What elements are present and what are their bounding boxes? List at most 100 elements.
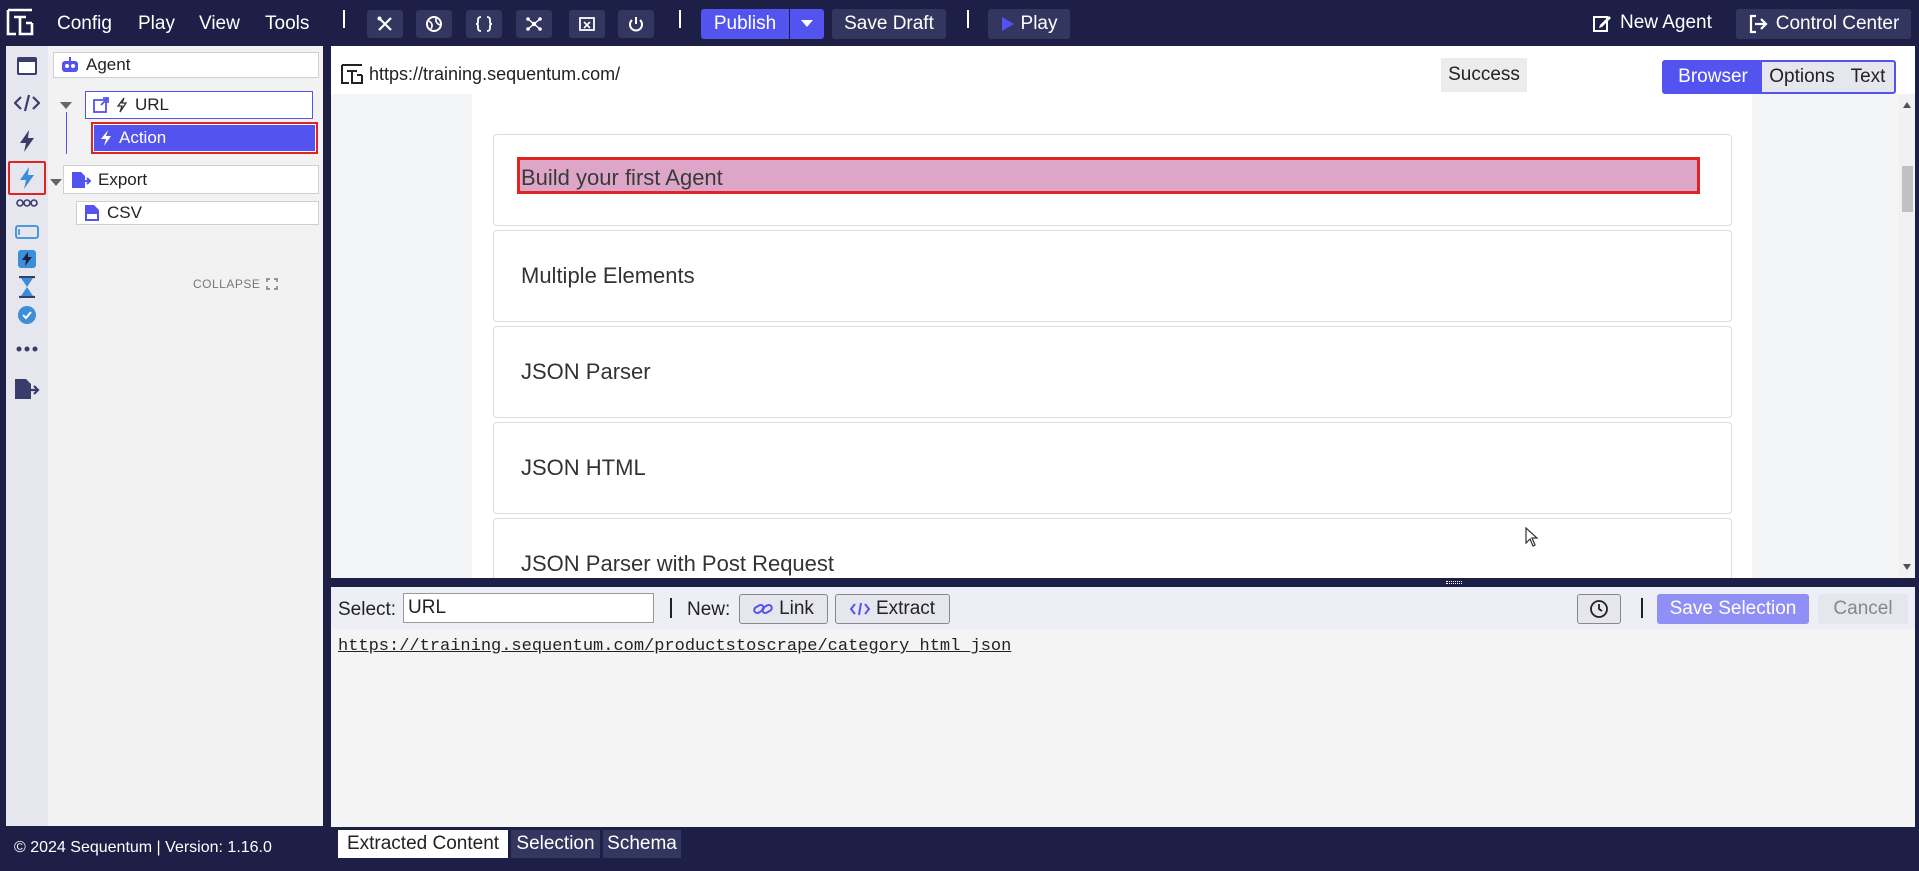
page-card[interactable]: Multiple Elements: [493, 230, 1732, 322]
publish-dropdown-button[interactable]: [790, 9, 824, 39]
code-icon: [849, 602, 870, 616]
external-link-icon: [93, 97, 109, 113]
sequentum-logo-icon: [341, 64, 363, 84]
tree-node-agent[interactable]: Agent: [53, 52, 319, 78]
check-badge-icon: [18, 306, 36, 324]
browser-pane: https://training.sequentum.com/ Success …: [331, 46, 1915, 578]
globe-button[interactable]: [416, 10, 452, 38]
page-card-title: JSON Parser: [521, 359, 651, 384]
rail-more-button[interactable]: [14, 336, 40, 362]
menu-view[interactable]: View: [199, 13, 240, 35]
window-icon: [17, 57, 37, 75]
hourglass-icon: [19, 276, 35, 298]
tree-node-url[interactable]: URL: [85, 91, 313, 119]
window-close-icon: [579, 17, 595, 31]
bolt-outline-icon: [116, 97, 128, 113]
page-card[interactable]: JSON HTML: [493, 422, 1732, 514]
braces-icon: [475, 16, 493, 32]
collapse-tree-button[interactable]: COLLAPSE: [193, 277, 279, 291]
new-agent-button[interactable]: New Agent: [1592, 12, 1712, 34]
sequentum-logo-icon[interactable]: [6, 7, 34, 37]
page-content-column: Build your first Agent Multiple Elements…: [472, 94, 1752, 578]
publish-button[interactable]: Publish: [701, 9, 789, 39]
select-label: Select:: [338, 599, 397, 620]
load-status-badge: Success: [1441, 58, 1527, 92]
code-icon: [14, 94, 40, 112]
bolt-icon: [20, 130, 34, 152]
tree-toggle-caret[interactable]: [60, 102, 72, 109]
control-center-button[interactable]: Control Center: [1736, 9, 1911, 39]
rail-script-action-button[interactable]: [14, 246, 40, 272]
rail-browser-button[interactable]: [14, 53, 40, 79]
close-window-button[interactable]: [569, 10, 605, 38]
save-draft-button[interactable]: Save Draft: [832, 9, 946, 39]
bolt-square-icon: [18, 250, 36, 268]
rail-list-button[interactable]: [14, 196, 40, 210]
edit-icon: [1593, 16, 1611, 32]
page-card[interactable]: JSON Parser with Post Request: [493, 518, 1732, 578]
control-center-label: Control Center: [1775, 13, 1900, 34]
wrench-screwdriver-icon: [377, 16, 392, 31]
browser-url[interactable]: https://training.sequentum.com/: [369, 64, 620, 85]
history-button[interactable]: [1577, 594, 1621, 624]
view-browser-tab[interactable]: Browser: [1664, 62, 1762, 92]
page-card[interactable]: Build your first Agent: [493, 134, 1732, 226]
rail-input-button[interactable]: [14, 219, 40, 245]
menu-config[interactable]: Config: [57, 13, 112, 35]
extracted-content-value[interactable]: https://training.sequentum.com/productst…: [338, 637, 1011, 656]
toolbar-separator: [679, 10, 681, 28]
csv-file-icon: [85, 205, 99, 221]
new-link-button[interactable]: Link: [739, 594, 828, 624]
scroll-down-arrow-icon[interactable]: [1903, 564, 1911, 570]
splitter-grip-icon[interactable]: [1446, 581, 1462, 584]
scroll-up-arrow-icon[interactable]: [1903, 102, 1911, 108]
script-button[interactable]: [466, 10, 502, 38]
new-extract-button[interactable]: Extract: [835, 594, 950, 624]
input-field-icon: [15, 225, 39, 239]
expand-icon: [266, 278, 279, 290]
rail-wait-button[interactable]: [14, 274, 40, 300]
tree-node-action[interactable]: Action: [91, 122, 318, 154]
caret-down-icon: [801, 20, 813, 27]
select-input[interactable]: [403, 593, 654, 623]
selection-toolbar: Select: New: Link Extract Save Selection…: [331, 587, 1915, 629]
tab-extracted-content[interactable]: Extracted Content: [338, 830, 508, 858]
link-icon: [753, 604, 773, 614]
menu-play[interactable]: Play: [138, 13, 175, 35]
cancel-button[interactable]: Cancel: [1818, 594, 1908, 624]
rail-action-active-button[interactable]: [8, 161, 46, 195]
footer-copyright: © 2024 Sequentum | Version: 1.16.0: [14, 839, 272, 856]
rail-validate-button[interactable]: [14, 302, 40, 328]
tree-toggle-caret[interactable]: [50, 179, 62, 186]
rail-code-button[interactable]: [14, 90, 40, 116]
tree-node-url-label: URL: [135, 95, 170, 114]
save-selection-button[interactable]: Save Selection: [1657, 594, 1809, 624]
rail-export-button[interactable]: [14, 376, 40, 402]
network-button[interactable]: [516, 10, 552, 38]
tools-button[interactable]: [367, 10, 403, 38]
more-dots-icon: [16, 346, 38, 352]
tab-schema[interactable]: Schema: [603, 830, 681, 858]
tree-node-action-label: Action: [119, 128, 167, 147]
page-card-title: Multiple Elements: [521, 263, 695, 288]
view-text-tab[interactable]: Text: [1842, 62, 1894, 92]
pane-splitter[interactable]: [331, 578, 1915, 587]
mouse-pointer-icon: [1525, 527, 1539, 547]
clock-icon: [1590, 600, 1608, 618]
menu-tools[interactable]: Tools: [265, 13, 309, 35]
play-button[interactable]: Play: [988, 9, 1070, 39]
power-button[interactable]: [618, 10, 654, 38]
selection-pane: Select: New: Link Extract Save Selection…: [331, 587, 1915, 827]
tree-node-export[interactable]: Export: [63, 165, 319, 194]
tree-node-csv[interactable]: CSV: [76, 201, 319, 225]
rendered-page: Build your first Agent Multiple Elements…: [331, 94, 1899, 578]
toolbar-separator: [967, 10, 969, 28]
view-mode-toggle: Browser Options Text: [1662, 60, 1896, 94]
tab-selection[interactable]: Selection: [511, 830, 600, 858]
network-icon: [526, 17, 542, 31]
view-options-tab[interactable]: Options: [1762, 62, 1842, 92]
page-scrollbar[interactable]: [1899, 94, 1915, 578]
rail-action-button[interactable]: [14, 128, 40, 154]
page-card[interactable]: JSON Parser: [493, 326, 1732, 418]
scroll-thumb[interactable]: [1902, 166, 1913, 212]
